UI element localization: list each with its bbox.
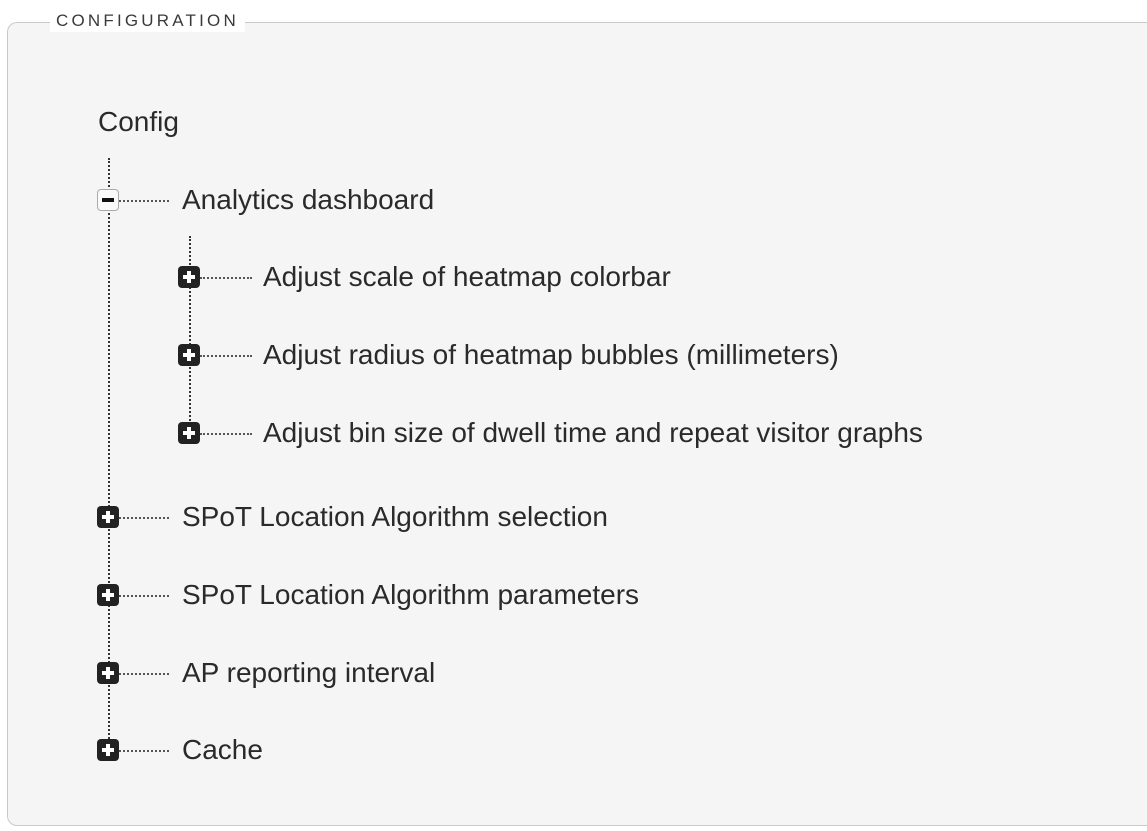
tree-connector	[119, 200, 169, 202]
panel-legend: CONFIGURATION	[50, 10, 245, 32]
tree-connector	[200, 355, 252, 357]
tree-node-spot-location-algorithm-parameters[interactable]: SPoT Location Algorithm parameters	[182, 577, 639, 613]
plus-square-icon[interactable]	[97, 506, 119, 528]
minus-square-icon[interactable]	[97, 189, 119, 211]
tree-connector	[119, 595, 169, 597]
plus-square-icon[interactable]	[178, 422, 200, 444]
tree-node-adjust-bin-size-dwell-time[interactable]: Adjust bin size of dwell time and repeat…	[263, 415, 923, 451]
tree-node-spot-location-algorithm-selection[interactable]: SPoT Location Algorithm selection	[182, 499, 608, 535]
tree-node-analytics-dashboard[interactable]: Analytics dashboard	[182, 182, 434, 218]
tree-connector	[119, 673, 169, 675]
plus-square-icon[interactable]	[97, 584, 119, 606]
tree-root-label: Config	[98, 106, 179, 137]
plus-square-icon[interactable]	[97, 662, 119, 684]
tree-node-adjust-radius-heatmap-bubbles[interactable]: Adjust radius of heatmap bubbles (millim…	[263, 337, 839, 373]
plus-square-icon[interactable]	[97, 739, 119, 761]
tree-connector	[200, 433, 252, 435]
tree-connector	[200, 277, 252, 279]
plus-square-icon[interactable]	[178, 266, 200, 288]
plus-square-icon[interactable]	[178, 344, 200, 366]
tree-node-ap-reporting-interval[interactable]: AP reporting interval	[182, 655, 435, 691]
tree-connector	[119, 517, 169, 519]
tree-connector	[119, 750, 169, 752]
tree-node-adjust-scale-heatmap-colorbar[interactable]: Adjust scale of heatmap colorbar	[263, 259, 671, 295]
tree-node-cache[interactable]: Cache	[182, 732, 263, 768]
